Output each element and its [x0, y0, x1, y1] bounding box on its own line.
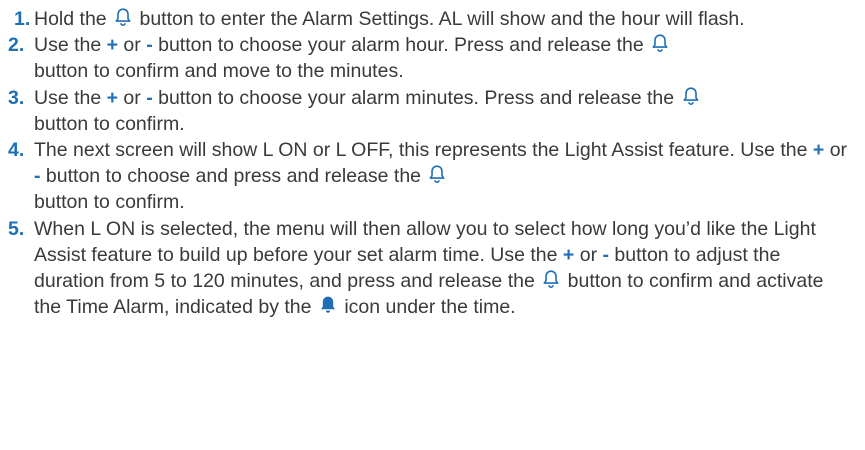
step-1: 1. Hold the button to enter the Alarm Se… — [8, 6, 855, 32]
step-text: or — [118, 34, 147, 57]
step-text: button to choose and press and release t… — [40, 165, 427, 188]
step-text: or — [574, 243, 603, 266]
step-number: 3. — [8, 86, 25, 109]
plus-symbol: + — [812, 139, 825, 162]
bell-outline-icon — [650, 33, 670, 53]
bell-outline-icon — [113, 7, 133, 27]
step-text: button to enter the Alarm Settings. AL w… — [134, 8, 745, 30]
step-text: button to choose your alarm hour. Press … — [152, 34, 650, 57]
step-text: icon under the time. — [338, 296, 516, 319]
plus-symbol: + — [562, 243, 575, 266]
step-text: Hold the — [34, 8, 113, 30]
step-text: Use the — [34, 86, 107, 109]
step-number: 1. — [14, 8, 31, 30]
step-4: 4. The next screen will show L ON or L O… — [8, 137, 855, 216]
step-text: or — [118, 86, 147, 109]
step-text: Use the — [34, 34, 107, 57]
step-text: button to confirm. — [34, 191, 185, 214]
bell-outline-icon — [681, 86, 701, 106]
step-text: or — [824, 139, 848, 162]
step-text: button to choose your alarm minutes. Pre… — [152, 86, 680, 109]
step-text: button to confirm and move to the minute… — [34, 60, 404, 83]
step-number: 2. — [8, 34, 25, 57]
alarm-steps-list: 1. Hold the button to enter the Alarm Se… — [8, 6, 855, 320]
step-3: 3. Use the + or - button to choose your … — [8, 85, 855, 137]
step-number: 5. — [8, 217, 25, 240]
plus-symbol: + — [106, 34, 119, 57]
bell-filled-icon — [318, 295, 338, 315]
bell-outline-icon — [541, 269, 561, 289]
step-number: 4. — [8, 139, 25, 162]
step-text: The next screen will show L ON or L OFF,… — [34, 139, 813, 162]
step-text: button to confirm. — [34, 112, 185, 135]
step-5: 5. When L ON is selected, the menu will … — [8, 216, 855, 321]
step-2: 2. Use the + or - button to choose your … — [8, 32, 855, 84]
bell-outline-icon — [427, 164, 447, 184]
plus-symbol: + — [106, 86, 119, 109]
instructions-page: 1. Hold the button to enter the Alarm Se… — [0, 0, 865, 450]
